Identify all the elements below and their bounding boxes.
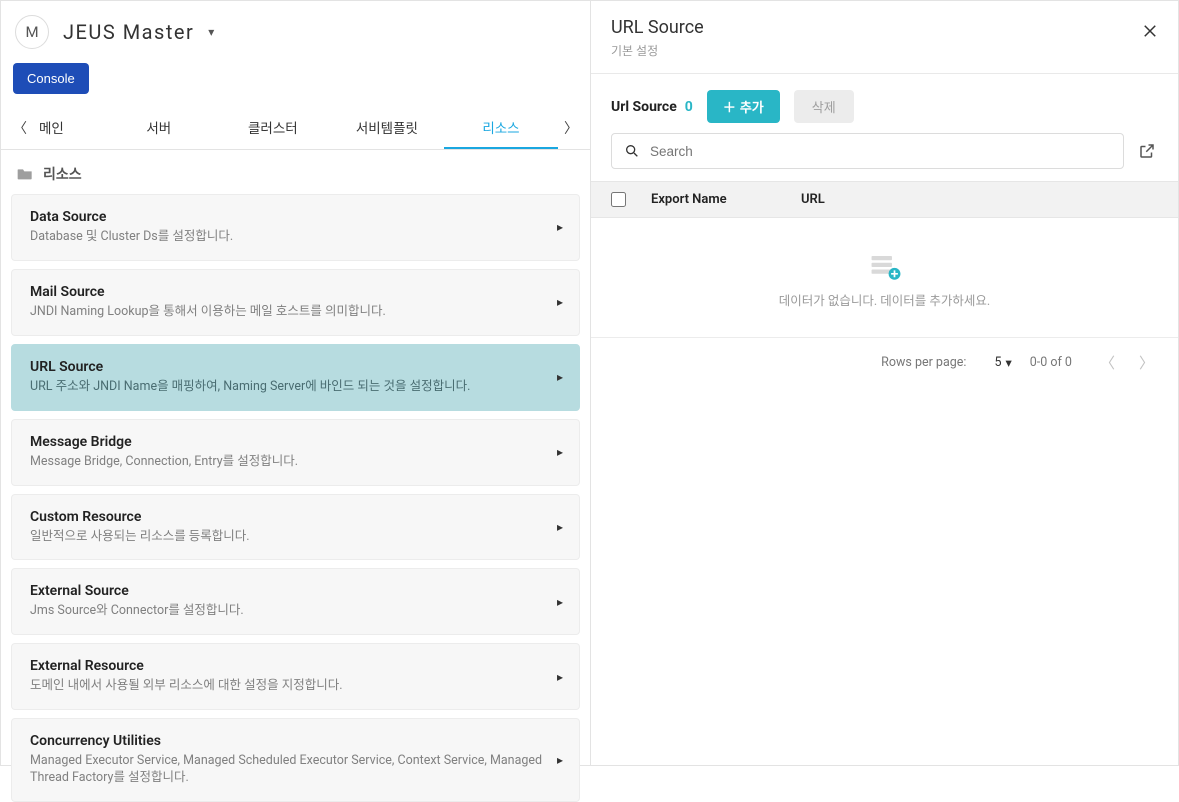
- search-box[interactable]: [611, 133, 1124, 169]
- caret-down-icon: ▾: [1005, 355, 1011, 371]
- delete-button[interactable]: 삭제: [794, 90, 854, 123]
- console-button[interactable]: Console: [13, 63, 89, 94]
- close-icon[interactable]: [1138, 19, 1162, 43]
- empty-text: 데이터가 없습니다. 데이터를 추가하세요.: [779, 290, 990, 309]
- chevron-right-icon: ▸: [557, 295, 563, 309]
- chevron-right-icon: ▸: [557, 595, 563, 609]
- tabs-inner: 메인 서버 클러스터 서비템플릿 리소스: [33, 106, 558, 149]
- tab-server[interactable]: 서버: [102, 106, 216, 149]
- th-url[interactable]: URL: [801, 192, 1158, 207]
- left-panel: M JEUS Master ▾ Console 〈 메인 서버 클러스터 서비템…: [1, 1, 591, 765]
- card-desc: 도메인 내에서 사용될 외부 리소스에 대한 설정을 지정합니다.: [30, 678, 561, 695]
- tab-label: 리소스: [482, 117, 519, 137]
- tab-label: 서버: [146, 117, 171, 137]
- card-title: Message Bridge: [30, 434, 561, 450]
- card-url-source[interactable]: URL Source URL 주소와 JNDI Name을 매핑하여, Nami…: [11, 344, 580, 411]
- folder-icon: [17, 167, 33, 181]
- card-data-source[interactable]: Data Source Database 및 Cluster Ds를 설정합니다…: [11, 194, 580, 261]
- left-header: M JEUS Master ▾: [1, 1, 590, 59]
- pager-prev-icon[interactable]: 〈: [1100, 352, 1115, 373]
- search-icon: [624, 143, 640, 159]
- app-root: M JEUS Master ▾ Console 〈 메인 서버 클러스터 서비템…: [1, 1, 1178, 765]
- rows-per-page-select[interactable]: 5 ▾: [994, 355, 1011, 371]
- th-checkbox: [611, 192, 651, 207]
- tab-resource[interactable]: 리소스: [444, 106, 558, 149]
- right-toolbar: Url Source 0 ＋ 추가 삭제: [591, 74, 1178, 133]
- open-external-icon[interactable]: [1136, 140, 1158, 162]
- empty-icon: [869, 252, 901, 280]
- toolbar-label: Url Source: [611, 99, 677, 115]
- section-title: 리소스: [43, 164, 82, 184]
- chevron-right-icon: ▸: [557, 753, 563, 767]
- right-subtitle: 기본 설정: [611, 42, 704, 59]
- right-header: URL Source 기본 설정: [591, 1, 1178, 74]
- table-head: Export Name URL: [591, 181, 1178, 218]
- card-mail-source[interactable]: Mail Source JNDI Naming Lookup을 통해서 이용하는…: [11, 269, 580, 336]
- card-desc: URL 주소와 JNDI Name을 매핑하여, Naming Server에 …: [30, 379, 561, 396]
- card-desc: Message Bridge, Connection, Entry를 설정합니다…: [30, 454, 561, 471]
- card-desc: Jms Source와 Connector를 설정합니다.: [30, 603, 561, 620]
- card-title: Concurrency Utilities: [30, 733, 561, 749]
- select-all-checkbox[interactable]: [611, 192, 626, 207]
- card-external-resource[interactable]: External Resource 도메인 내에서 사용될 외부 리소스에 대한…: [11, 643, 580, 710]
- tab-template[interactable]: 서비템플릿: [330, 106, 444, 149]
- chevron-right-icon: ▸: [557, 670, 563, 684]
- rows-per-page-label: Rows per page:: [881, 355, 966, 370]
- chevron-right-icon: ▸: [557, 520, 563, 534]
- toolbar-count: 0: [685, 99, 693, 115]
- tab-cluster[interactable]: 클러스터: [216, 106, 330, 149]
- title-dropdown-icon[interactable]: ▾: [208, 25, 214, 39]
- rows-per-page-value: 5: [994, 355, 1001, 370]
- card-desc: Database 및 Cluster Ds를 설정합니다.: [30, 229, 561, 246]
- card-title: Custom Resource: [30, 509, 561, 525]
- card-title: Data Source: [30, 209, 561, 225]
- pager-next-icon[interactable]: 〉: [1139, 352, 1154, 373]
- card-external-source[interactable]: External Source Jms Source와 Connector를 설…: [11, 568, 580, 635]
- card-title: External Source: [30, 583, 561, 599]
- chevron-right-icon: ▸: [557, 445, 563, 459]
- app-title: JEUS Master: [63, 20, 194, 44]
- section-head: 리소스: [1, 150, 590, 194]
- card-desc: 일반적으로 사용되는 리소스를 등록합니다.: [30, 529, 561, 546]
- tab-label: 클러스터: [248, 117, 298, 137]
- add-button[interactable]: ＋ 추가: [707, 90, 780, 123]
- th-export-name[interactable]: Export Name: [651, 192, 801, 207]
- console-bar: Console: [1, 59, 590, 106]
- search-row: [591, 133, 1178, 181]
- tabs-next-icon[interactable]: 〉: [558, 106, 584, 150]
- chevron-right-icon: ▸: [557, 370, 563, 384]
- pager: Rows per page: 5 ▾ 0-0 of 0 〈 〉: [591, 338, 1178, 387]
- tabs-row: 〈 메인 서버 클러스터 서비템플릿 리소스 〉: [1, 106, 590, 150]
- card-title: URL Source: [30, 359, 561, 375]
- search-input[interactable]: [650, 144, 1111, 159]
- right-title: URL Source: [611, 17, 704, 38]
- card-message-bridge[interactable]: Message Bridge Message Bridge, Connectio…: [11, 419, 580, 486]
- empty-state: 데이터가 없습니다. 데이터를 추가하세요.: [591, 218, 1178, 338]
- tabs-prev-icon[interactable]: 〈: [7, 106, 33, 150]
- cards-list: Data Source Database 및 Cluster Ds를 설정합니다…: [1, 194, 590, 802]
- card-title: Mail Source: [30, 284, 561, 300]
- plus-icon: ＋: [723, 97, 736, 116]
- chevron-right-icon: ▸: [557, 220, 563, 234]
- right-panel: URL Source 기본 설정 Url Source 0 ＋ 추가 삭제: [591, 1, 1178, 765]
- card-title: External Resource: [30, 658, 561, 674]
- card-custom-resource[interactable]: Custom Resource 일반적으로 사용되는 리소스를 등록합니다. ▸: [11, 494, 580, 561]
- tab-label: 메인: [39, 117, 64, 137]
- tab-label: 서비템플릿: [356, 117, 418, 137]
- avatar[interactable]: M: [15, 15, 49, 49]
- tab-main[interactable]: 메인: [33, 106, 102, 149]
- avatar-letter: M: [25, 23, 38, 41]
- card-desc: Managed Executor Service, Managed Schedu…: [30, 753, 561, 787]
- card-desc: JNDI Naming Lookup을 통해서 이용하는 메일 호스트를 의미합…: [30, 304, 561, 321]
- add-button-label: 추가: [740, 97, 764, 116]
- pager-range: 0-0 of 0: [1030, 355, 1072, 370]
- card-concurrency-utilities[interactable]: Concurrency Utilities Managed Executor S…: [11, 718, 580, 802]
